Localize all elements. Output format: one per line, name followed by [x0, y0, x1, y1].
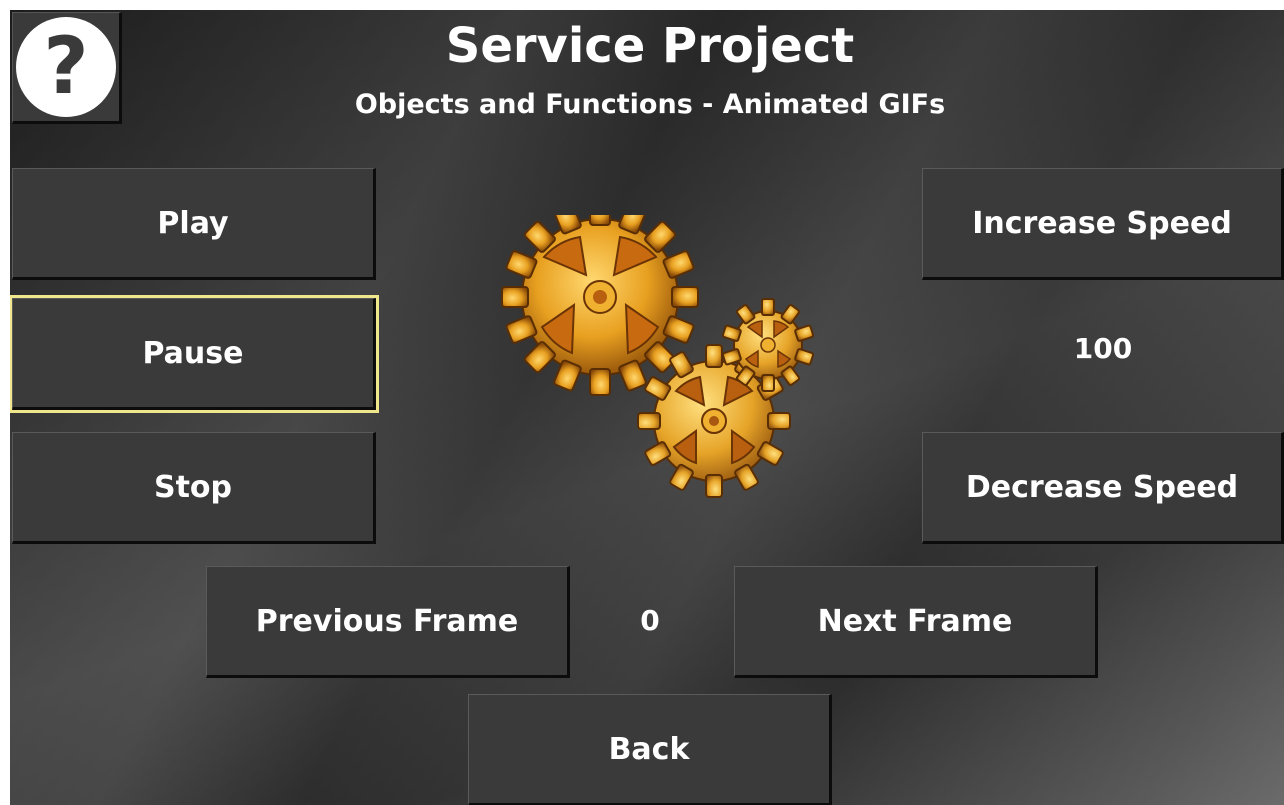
pause-button[interactable]: Pause — [10, 295, 379, 413]
increase-speed-button[interactable]: Increase Speed — [922, 168, 1284, 280]
previous-frame-button[interactable]: Previous Frame — [206, 566, 570, 678]
gears-icon — [501, 215, 815, 498]
back-button[interactable]: Back — [468, 694, 832, 805]
service-project-screen: ? Service Project Objects and Functions … — [10, 10, 1284, 805]
small-gear-icon — [721, 298, 815, 392]
decrease-speed-button[interactable]: Decrease Speed — [922, 432, 1284, 544]
next-frame-button[interactable]: Next Frame — [734, 566, 1098, 678]
play-button[interactable]: Play — [12, 168, 376, 280]
speed-value: 100 — [1073, 332, 1133, 365]
page-subtitle: Objects and Functions - Animated GIFs — [354, 89, 946, 120]
frame-value: 0 — [640, 604, 660, 637]
stop-button[interactable]: Stop — [12, 432, 376, 544]
page-title: Service Project — [445, 18, 855, 74]
large-gear-icon — [501, 215, 699, 396]
